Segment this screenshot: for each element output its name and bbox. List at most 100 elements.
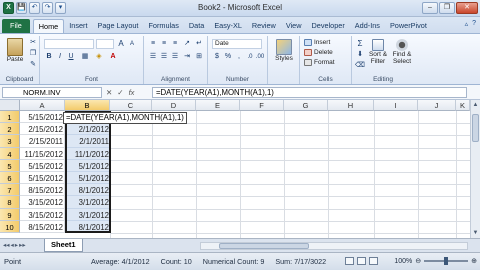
- column-header-d[interactable]: D: [152, 100, 196, 111]
- align-middle-icon[interactable]: ≡: [159, 39, 169, 49]
- close-button[interactable]: ✕: [456, 2, 478, 14]
- column-header-k[interactable]: K: [456, 100, 470, 111]
- horizontal-scrollbar[interactable]: [200, 242, 468, 250]
- row-header-4[interactable]: 4: [0, 147, 20, 160]
- styles-button[interactable]: Styles: [271, 39, 297, 62]
- sort-filter-button[interactable]: Sort & Filter: [366, 39, 390, 65]
- percent-icon[interactable]: %: [223, 52, 233, 62]
- delete-cells-button[interactable]: Delete: [304, 49, 333, 56]
- normal-view-icon[interactable]: [345, 257, 354, 265]
- row-header-1[interactable]: 1: [0, 111, 20, 124]
- bold-icon[interactable]: B: [44, 52, 54, 62]
- cell-a7[interactable]: 8/15/2012: [20, 184, 65, 197]
- decrease-decimal-icon[interactable]: .00: [255, 52, 265, 62]
- cell-a6[interactable]: 5/15/2012: [20, 172, 65, 185]
- tab-powerpivot[interactable]: PowerPivot: [385, 19, 432, 33]
- currency-icon[interactable]: $: [212, 52, 222, 62]
- align-top-icon[interactable]: ≡: [148, 39, 158, 49]
- zoom-slider-knob[interactable]: [444, 257, 449, 265]
- page-layout-view-icon[interactable]: [357, 257, 366, 265]
- help-icon[interactable]: ?: [472, 20, 476, 28]
- number-format-select[interactable]: Date: [212, 39, 262, 49]
- tab-easy-xl[interactable]: Easy-XL: [209, 19, 247, 33]
- column-header-h[interactable]: H: [328, 100, 374, 111]
- cut-icon[interactable]: ✂: [28, 38, 38, 48]
- confirm-entry-icon[interactable]: ✓: [117, 87, 123, 98]
- borders-icon[interactable]: ▦: [80, 52, 90, 62]
- autosum-icon[interactable]: Σ: [355, 39, 365, 49]
- zoom-in-icon[interactable]: ⊕: [471, 257, 477, 265]
- cell-a10[interactable]: 8/15/2012: [20, 220, 65, 233]
- increase-decimal-icon[interactable]: .0: [245, 52, 255, 62]
- cancel-entry-icon[interactable]: ✕: [106, 87, 112, 98]
- row-header-2[interactable]: 2: [0, 123, 20, 136]
- scroll-down-icon[interactable]: ▼: [471, 228, 480, 238]
- minimize-button[interactable]: –: [422, 2, 438, 14]
- tab-view[interactable]: View: [281, 19, 307, 33]
- first-sheet-icon[interactable]: ◂◂: [3, 241, 10, 249]
- scroll-up-icon[interactable]: ▲: [471, 100, 480, 110]
- fill-color-icon[interactable]: ◈: [94, 52, 104, 62]
- grow-font-icon[interactable]: A: [116, 39, 126, 49]
- insert-function-icon[interactable]: fx: [129, 87, 135, 98]
- format-painter-icon[interactable]: ✎: [28, 60, 38, 70]
- cell-a4[interactable]: 11/15/2012: [20, 147, 65, 160]
- align-center-icon[interactable]: ☰: [159, 52, 169, 62]
- row-header-5[interactable]: 5: [0, 159, 20, 172]
- row-header-10[interactable]: 10: [0, 220, 20, 233]
- column-header-j[interactable]: J: [418, 100, 456, 111]
- column-header-g[interactable]: G: [284, 100, 328, 111]
- copy-icon[interactable]: ❐: [28, 49, 38, 59]
- cell-a2[interactable]: 2/15/2012: [20, 123, 65, 136]
- cell-a3[interactable]: 2/15/2011: [20, 135, 65, 148]
- vertical-scroll-thumb[interactable]: [472, 114, 479, 142]
- indent-icon[interactable]: ⇥: [182, 52, 192, 62]
- align-left-icon[interactable]: ☰: [148, 52, 158, 62]
- next-sheet-icon[interactable]: ▸: [15, 241, 18, 249]
- column-header-f[interactable]: F: [240, 100, 284, 111]
- name-box[interactable]: NORM.INV: [2, 87, 102, 98]
- zoom-slider[interactable]: [424, 257, 469, 265]
- row-header-3[interactable]: 3: [0, 135, 20, 148]
- merge-center-icon[interactable]: ⊞: [194, 52, 204, 62]
- last-sheet-icon[interactable]: ▸▸: [19, 241, 26, 249]
- row-header-6[interactable]: 6: [0, 172, 20, 185]
- column-header-b[interactable]: B: [65, 100, 110, 111]
- font-name-select[interactable]: [44, 39, 94, 49]
- column-header-c[interactable]: C: [110, 100, 152, 111]
- find-select-button[interactable]: Find & Select: [390, 39, 414, 65]
- shrink-font-icon[interactable]: A: [127, 39, 137, 49]
- select-all-corner[interactable]: [0, 100, 20, 111]
- font-size-select[interactable]: [96, 39, 114, 49]
- comma-style-icon[interactable]: ,: [234, 52, 244, 62]
- align-right-icon[interactable]: ☰: [170, 52, 180, 62]
- orientation-icon[interactable]: ↗: [182, 39, 192, 49]
- sheet-tab-sheet1[interactable]: Sheet1: [44, 239, 83, 252]
- insert-cells-button[interactable]: Insert: [304, 39, 330, 46]
- fill-icon[interactable]: ⬇: [355, 50, 365, 60]
- tab-home[interactable]: Home: [32, 19, 65, 33]
- zoom-out-icon[interactable]: ⊖: [415, 257, 421, 265]
- paste-button[interactable]: Paste: [4, 38, 26, 63]
- underline-icon[interactable]: U: [66, 52, 76, 62]
- minimize-ribbon-icon[interactable]: ▵: [465, 20, 469, 28]
- column-header-i[interactable]: I: [374, 100, 418, 111]
- tab-page-layout[interactable]: Page Layout: [92, 19, 143, 33]
- horizontal-scroll-thumb[interactable]: [219, 243, 309, 249]
- row-header-9[interactable]: 9: [0, 208, 20, 221]
- row-header-8[interactable]: 8: [0, 196, 20, 209]
- column-header-a[interactable]: A: [20, 100, 65, 111]
- font-color-icon[interactable]: A: [108, 52, 118, 62]
- tab-data[interactable]: Data: [184, 19, 209, 33]
- wrap-text-icon[interactable]: ↵: [194, 39, 204, 49]
- worksheet-grid[interactable]: ABCDEFGHIJK 1 5/15/2012 2 2/15/2012 2/1/2012…: [0, 100, 471, 238]
- cell-a9[interactable]: 3/15/2012: [20, 208, 65, 221]
- cell-a5[interactable]: 5/15/2012: [20, 159, 65, 172]
- prev-sheet-icon[interactable]: ◂: [11, 241, 14, 249]
- clear-icon[interactable]: ⌫: [355, 61, 365, 71]
- column-header-e[interactable]: E: [196, 100, 240, 111]
- formula-input[interactable]: =DATE(YEAR(A1),MONTH(A1),1): [152, 87, 467, 98]
- tab-add-ins[interactable]: Add-Ins: [350, 19, 385, 33]
- page-break-view-icon[interactable]: [369, 257, 378, 265]
- zoom-level[interactable]: 100%: [394, 258, 412, 265]
